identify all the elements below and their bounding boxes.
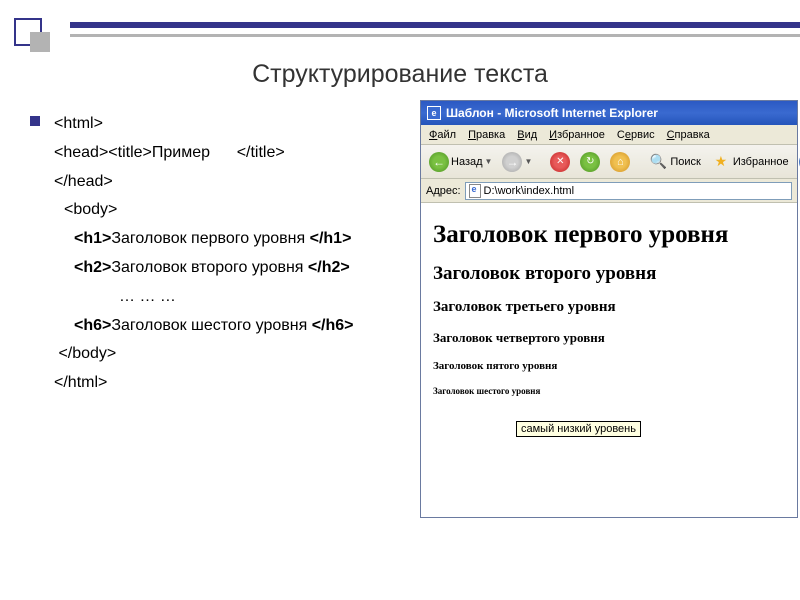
menu-tools[interactable]: Сервис [613,128,659,142]
code-line: <h6>Заголовок шестого уровня </h6> [54,312,400,341]
ie-logo-icon: e [427,106,441,120]
menu-help[interactable]: Справка [663,128,714,142]
code-line: </head> [54,168,400,197]
tooltip: самый низкий уровень [516,421,641,437]
menu-bar: Файл Правка Вид Избранное Сервис Справка [421,125,797,145]
star-icon: ★ [711,152,731,172]
dropdown-icon: ▼ [485,157,493,166]
forward-arrow-icon: → [502,152,522,172]
code-line: </html> [54,369,400,398]
forward-button[interactable]: → ▼ [499,150,535,174]
heading-h1: Заголовок первого уровня [433,221,785,249]
document-icon [469,184,481,198]
code-line: <h2>Заголовок второго уровня </h2> [54,254,400,283]
code-line: <head><title>Пример </title> [54,139,400,168]
code-line: … … … [54,283,400,312]
menu-favorites[interactable]: Избранное [545,128,609,142]
search-icon: 🔍 [648,152,668,172]
browser-content: Заголовок первого уровня Заголовок второ… [421,203,797,420]
code-line: </body> [54,340,400,369]
address-input[interactable]: D:\work\index.html [465,182,792,200]
menu-view[interactable]: Вид [513,128,541,142]
code-line: <html> [54,110,400,139]
html-code-example: <html> <head><title>Пример </title> </he… [30,110,400,398]
address-value: D:\work\index.html [484,185,574,197]
code-line: <h1>Заголовок первого уровня </h1> [54,225,400,254]
menu-file[interactable]: Файл [425,128,460,142]
back-arrow-icon: ← [429,152,449,172]
slide-title: Структурирование текста [0,60,800,89]
back-button[interactable]: ← Назад ▼ [426,150,495,174]
menu-edit[interactable]: Правка [464,128,509,142]
refresh-button[interactable]: ↻ [577,150,603,174]
stop-icon: ✕ [550,152,570,172]
stop-button[interactable]: ✕ [547,150,573,174]
search-button[interactable]: 🔍 Поиск [645,150,703,174]
favorites-button[interactable]: ★ Избранное [708,150,792,174]
bullet-icon [30,116,40,126]
code-line: <body> [54,196,400,225]
address-bar: Адрес: D:\work\index.html [421,179,797,203]
decoration-square-fill [30,32,50,52]
address-label: Адрес: [426,185,461,197]
toolbar: ← Назад ▼ → ▼ ✕ ↻ ⌂ 🔍 Поиск ★ Избранное … [421,145,797,179]
window-title: Шаблон - Microsoft Internet Explorer [446,106,658,120]
window-titlebar: e Шаблон - Microsoft Internet Explorer [421,101,797,125]
media-button[interactable]: ● [796,150,800,174]
favorites-label: Избранное [733,156,789,168]
back-label: Назад [451,156,483,168]
refresh-icon: ↻ [580,152,600,172]
home-button[interactable]: ⌂ [607,150,633,174]
decoration-line-thick [70,22,800,28]
heading-h3: Заголовок третьего уровня [433,299,785,316]
ie-browser-window: e Шаблон - Microsoft Internet Explorer Ф… [420,100,798,518]
heading-h2: Заголовок второго уровня [433,263,785,285]
search-label: Поиск [670,156,700,168]
heading-h6: Заголовок шестого уровня [433,386,785,396]
home-icon: ⌂ [610,152,630,172]
heading-h4: Заголовок четвертого уровня [433,330,785,346]
decoration-line-thin [70,34,800,37]
slide-decoration [0,0,800,40]
heading-h5: Заголовок пятого уровня [433,360,785,372]
dropdown-icon: ▼ [524,157,532,166]
